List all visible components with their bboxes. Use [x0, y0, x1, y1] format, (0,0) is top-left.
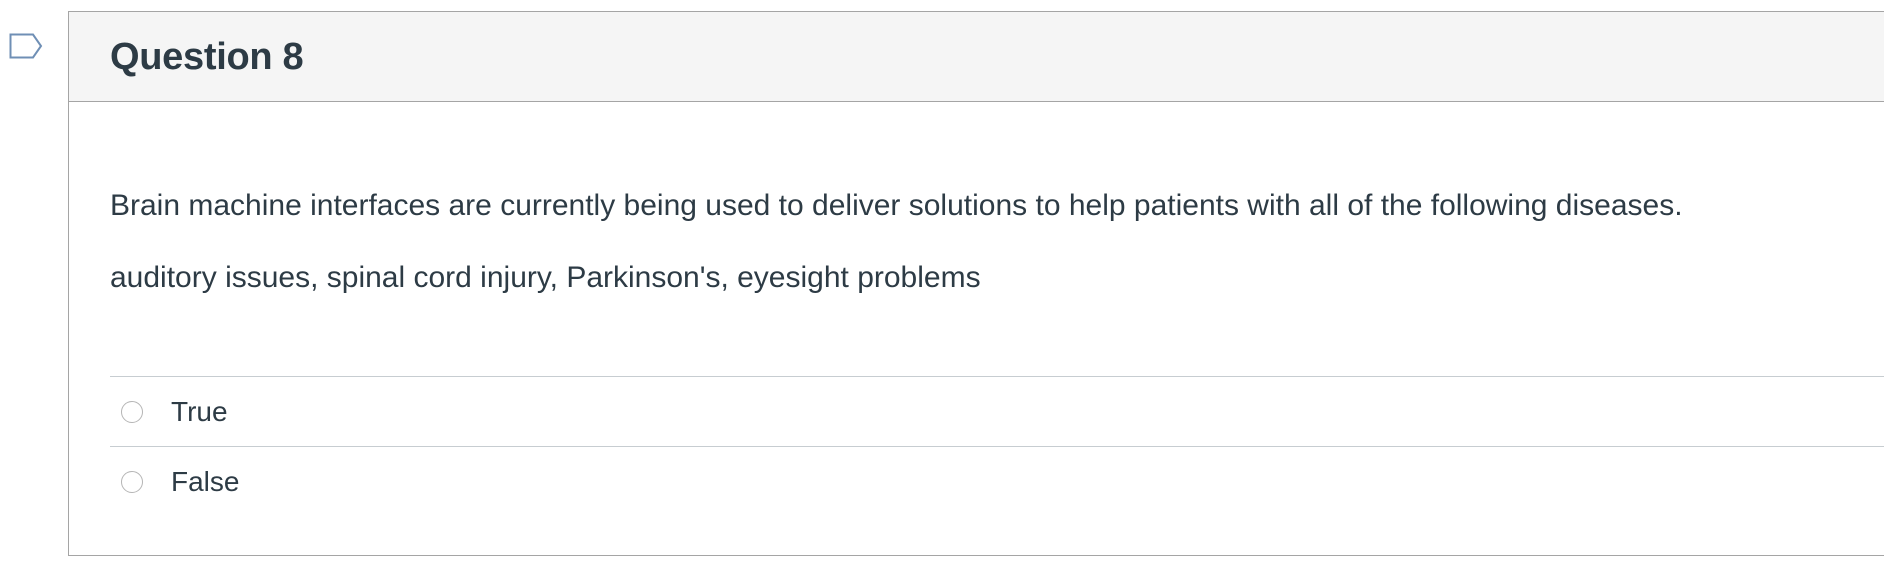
question-header: Question 8: [69, 12, 1884, 102]
flag-question-icon[interactable]: [9, 33, 43, 59]
question-subtext: auditory issues, spinal cord injury, Par…: [110, 261, 981, 294]
answer-label: False: [171, 465, 240, 497]
answer-label: True: [171, 395, 228, 427]
answer-true[interactable]: True: [110, 376, 1884, 446]
answer-list: True False: [110, 376, 1884, 516]
radio-button[interactable]: [121, 470, 143, 493]
radio-button[interactable]: [121, 400, 143, 423]
question-card: Question 8 Brain machine interfaces are …: [68, 11, 1884, 556]
question-title: Question 8: [110, 36, 304, 78]
answer-false[interactable]: False: [110, 446, 1884, 516]
question-text: Brain machine interfaces are currently b…: [110, 188, 1870, 296]
question-prompt: Brain machine interfaces are currently b…: [110, 189, 1683, 222]
